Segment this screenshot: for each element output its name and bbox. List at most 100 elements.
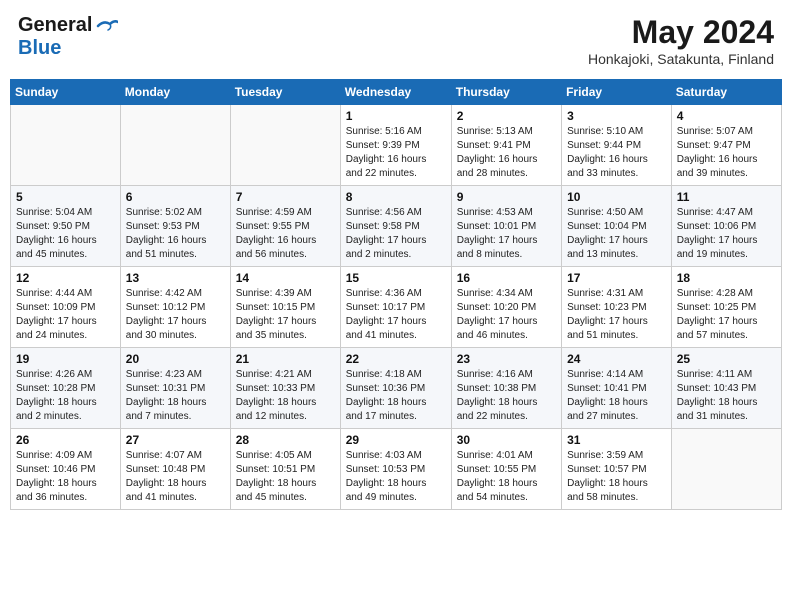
- calendar-cell: 20Sunrise: 4:23 AM Sunset: 10:31 PM Dayl…: [120, 348, 230, 429]
- day-info: Sunrise: 4:07 AM Sunset: 10:48 PM Daylig…: [126, 449, 225, 505]
- day-number: 25: [677, 352, 776, 366]
- calendar-cell: 5Sunrise: 5:04 AM Sunset: 9:50 PM Daylig…: [11, 186, 121, 267]
- calendar-cell: 30 Sunrise: 4:01 AM Sunset: 10:55 PM Dayl…: [451, 429, 561, 510]
- calendar-cell: 1Sunrise: 5:16 AM Sunset: 9:39 PM Daylig…: [340, 105, 451, 186]
- calendar-cell: 3 Sunrise: 5:10 AM Sunset: 9:44 PM Daylig…: [562, 105, 672, 186]
- day-info: Sunrise: 5:10 AM Sunset: 9:44 PM Dayligh…: [567, 125, 666, 181]
- calendar-week-row: 5Sunrise: 5:04 AM Sunset: 9:50 PM Daylig…: [11, 186, 782, 267]
- day-info: Sunrise: 4:23 AM Sunset: 10:31 PM Daylig…: [126, 368, 225, 424]
- month-title: May 2024: [588, 14, 774, 51]
- day-info: Sunrise: 4:36 AM Sunset: 10:17 PM Daylig…: [346, 287, 446, 343]
- weekday-header: Saturday: [671, 80, 781, 105]
- day-number: 16: [457, 271, 556, 285]
- day-number: 3: [567, 109, 666, 123]
- calendar-cell: 10Sunrise: 4:50 AM Sunset: 10:04 PM Dayl…: [562, 186, 672, 267]
- calendar-cell: 29 Sunrise: 4:03 AM Sunset: 10:53 PM Dayl…: [340, 429, 451, 510]
- weekday-header-row: SundayMondayTuesdayWednesdayThursdayFrid…: [11, 80, 782, 105]
- day-info: Sunrise: 4:14 AM Sunset: 10:41 PM Daylig…: [567, 368, 666, 424]
- location: Honkajoki, Satakunta, Finland: [588, 51, 774, 67]
- day-info: Sunrise: 4:26 AM Sunset: 10:28 PM Daylig…: [16, 368, 115, 424]
- day-number: 12: [16, 271, 115, 285]
- day-number: 2: [457, 109, 556, 123]
- day-number: 22: [346, 352, 446, 366]
- day-number: 7: [236, 190, 335, 204]
- day-info: Sunrise: 4:28 AM Sunset: 10:25 PM Daylig…: [677, 287, 776, 343]
- day-number: 29: [346, 433, 446, 447]
- calendar-cell: [230, 105, 340, 186]
- calendar-cell: 4 Sunrise: 5:07 AM Sunset: 9:47 PM Daylig…: [671, 105, 781, 186]
- calendar-cell: [11, 105, 121, 186]
- day-info: Sunrise: 4:31 AM Sunset: 10:23 PM Daylig…: [567, 287, 666, 343]
- calendar-cell: 16 Sunrise: 4:34 AM Sunset: 10:20 PM Dayl…: [451, 267, 561, 348]
- weekday-header: Tuesday: [230, 80, 340, 105]
- day-info: Sunrise: 4:59 AM Sunset: 9:55 PM Dayligh…: [236, 206, 335, 262]
- weekday-header: Monday: [120, 80, 230, 105]
- calendar-cell: 13 Sunrise: 4:42 AM Sunset: 10:12 PM Dayl…: [120, 267, 230, 348]
- calendar-cell: 18 Sunrise: 4:28 AM Sunset: 10:25 PM Dayl…: [671, 267, 781, 348]
- day-number: 21: [236, 352, 335, 366]
- calendar-cell: 23Sunrise: 4:16 AM Sunset: 10:38 PM Dayl…: [451, 348, 561, 429]
- calendar-cell: 31Sunrise: 3:59 AM Sunset: 10:57 PM Dayl…: [562, 429, 672, 510]
- logo-text-blue: Blue: [18, 37, 61, 59]
- day-info: Sunrise: 4:50 AM Sunset: 10:04 PM Daylig…: [567, 206, 666, 262]
- day-info: Sunrise: 4:39 AM Sunset: 10:15 PM Daylig…: [236, 287, 335, 343]
- day-number: 13: [126, 271, 225, 285]
- logo: General Blue: [18, 14, 118, 60]
- day-info: Sunrise: 4:56 AM Sunset: 9:58 PM Dayligh…: [346, 206, 446, 262]
- weekday-header: Friday: [562, 80, 672, 105]
- day-info: Sunrise: 4:03 AM Sunset: 10:53 PM Daylig…: [346, 449, 446, 505]
- day-number: 4: [677, 109, 776, 123]
- day-info: Sunrise: 4:21 AM Sunset: 10:33 PM Daylig…: [236, 368, 335, 424]
- calendar-cell: 2 Sunrise: 5:13 AM Sunset: 9:41 PM Daylig…: [451, 105, 561, 186]
- title-area: May 2024 Honkajoki, Satakunta, Finland: [588, 14, 774, 67]
- logo-text-general: General: [18, 14, 92, 37]
- calendar-week-row: 1Sunrise: 5:16 AM Sunset: 9:39 PM Daylig…: [11, 105, 782, 186]
- weekday-header: Wednesday: [340, 80, 451, 105]
- day-info: Sunrise: 4:18 AM Sunset: 10:36 PM Daylig…: [346, 368, 446, 424]
- day-info: Sunrise: 4:11 AM Sunset: 10:43 PM Daylig…: [677, 368, 776, 424]
- day-info: Sunrise: 4:47 AM Sunset: 10:06 PM Daylig…: [677, 206, 776, 262]
- calendar-cell: 24 Sunrise: 4:14 AM Sunset: 10:41 PM Dayl…: [562, 348, 672, 429]
- calendar-cell: 8 Sunrise: 4:56 AM Sunset: 9:58 PM Daylig…: [340, 186, 451, 267]
- calendar-cell: 21 Sunrise: 4:21 AM Sunset: 10:33 PM Dayl…: [230, 348, 340, 429]
- calendar-cell: 15 Sunrise: 4:36 AM Sunset: 10:17 PM Dayl…: [340, 267, 451, 348]
- day-number: 30: [457, 433, 556, 447]
- calendar-cell: 12 Sunrise: 4:44 AM Sunset: 10:09 PM Dayl…: [11, 267, 121, 348]
- day-number: 31: [567, 433, 666, 447]
- calendar-cell: [120, 105, 230, 186]
- day-number: 23: [457, 352, 556, 366]
- day-number: 6: [126, 190, 225, 204]
- day-info: Sunrise: 4:34 AM Sunset: 10:20 PM Daylig…: [457, 287, 556, 343]
- day-info: Sunrise: 4:09 AM Sunset: 10:46 PM Daylig…: [16, 449, 115, 505]
- page-header: General Blue May 2024 Honkajoki, Satakun…: [10, 10, 782, 71]
- calendar-cell: 25 Sunrise: 4:11 AM Sunset: 10:43 PM Dayl…: [671, 348, 781, 429]
- day-number: 11: [677, 190, 776, 204]
- calendar-week-row: 19 Sunrise: 4:26 AM Sunset: 10:28 PM Dayl…: [11, 348, 782, 429]
- day-info: Sunrise: 4:05 AM Sunset: 10:51 PM Daylig…: [236, 449, 335, 505]
- calendar-cell: 7 Sunrise: 4:59 AM Sunset: 9:55 PM Daylig…: [230, 186, 340, 267]
- day-info: Sunrise: 5:02 AM Sunset: 9:53 PM Dayligh…: [126, 206, 225, 262]
- calendar-table: SundayMondayTuesdayWednesdayThursdayFrid…: [10, 79, 782, 510]
- day-number: 9: [457, 190, 556, 204]
- day-number: 15: [346, 271, 446, 285]
- calendar-cell: 11 Sunrise: 4:47 AM Sunset: 10:06 PM Dayl…: [671, 186, 781, 267]
- day-info: Sunrise: 4:01 AM Sunset: 10:55 PM Daylig…: [457, 449, 556, 505]
- day-number: 19: [16, 352, 115, 366]
- calendar-cell: 22 Sunrise: 4:18 AM Sunset: 10:36 PM Dayl…: [340, 348, 451, 429]
- day-number: 1: [346, 109, 446, 123]
- day-info: Sunrise: 4:44 AM Sunset: 10:09 PM Daylig…: [16, 287, 115, 343]
- day-info: Sunrise: 5:13 AM Sunset: 9:41 PM Dayligh…: [457, 125, 556, 181]
- day-number: 24: [567, 352, 666, 366]
- day-info: Sunrise: 5:07 AM Sunset: 9:47 PM Dayligh…: [677, 125, 776, 181]
- day-number: 27: [126, 433, 225, 447]
- logo-bird-icon: [96, 18, 118, 34]
- day-number: 17: [567, 271, 666, 285]
- day-info: Sunrise: 4:42 AM Sunset: 10:12 PM Daylig…: [126, 287, 225, 343]
- day-info: Sunrise: 5:04 AM Sunset: 9:50 PM Dayligh…: [16, 206, 115, 262]
- calendar-cell: 17 Sunrise: 4:31 AM Sunset: 10:23 PM Dayl…: [562, 267, 672, 348]
- day-number: 18: [677, 271, 776, 285]
- calendar-cell: 27 Sunrise: 4:07 AM Sunset: 10:48 PM Dayl…: [120, 429, 230, 510]
- calendar-week-row: 26Sunrise: 4:09 AM Sunset: 10:46 PM Dayl…: [11, 429, 782, 510]
- day-number: 8: [346, 190, 446, 204]
- day-number: 14: [236, 271, 335, 285]
